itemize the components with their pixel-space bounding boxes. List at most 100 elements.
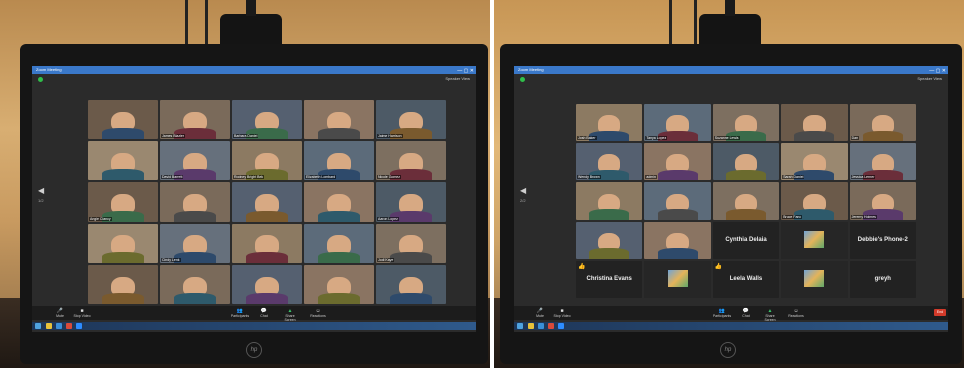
zoom-icon[interactable] (76, 323, 82, 329)
folder-icon[interactable] (528, 323, 534, 329)
app-icon[interactable] (66, 323, 72, 329)
participant-video-tile[interactable]: Bruce Fanc (781, 182, 848, 220)
participant-video-tile[interactable] (781, 260, 848, 298)
start-icon[interactable] (35, 323, 41, 329)
monitor: Zoom Meeting — ▢ ✕ Speaker View ◀ 2/2 Jo… (500, 44, 962, 364)
participant-video-tile[interactable] (304, 264, 374, 304)
participant-video-tile[interactable] (232, 223, 302, 263)
participant-video-tile[interactable]: Barbara Daniel (232, 100, 302, 140)
participant-video-tile[interactable]: Nicole Gomez (376, 141, 446, 181)
participant-video-tile[interactable]: Josh Baker (576, 104, 643, 142)
window-controls[interactable]: — ▢ ✕ (457, 67, 474, 75)
previous-page-icon[interactable]: ◀ (38, 186, 44, 195)
participant-video-tile[interactable]: Jeremy Holmes (849, 182, 916, 220)
participant-video-tile[interactable] (781, 104, 848, 142)
reactions-button[interactable]: ☺ Reactions (308, 308, 328, 318)
stop-video-button[interactable]: ■ Stop Video (552, 308, 572, 318)
participant-body (726, 169, 766, 181)
hp-logo: hp (246, 342, 262, 358)
mute-button[interactable]: 🎤 Mute (530, 308, 550, 318)
participant-video-tile[interactable]: Suzanne Lewis (712, 104, 780, 142)
participant-video-tile[interactable] (376, 264, 446, 304)
participant-video-tile[interactable] (88, 223, 158, 263)
participant-video-tile[interactable]: Dan (849, 104, 916, 142)
participant-video-tile[interactable]: Christina Evans 👍 (576, 260, 643, 298)
share-screen-button[interactable]: ▲ Share Screen (280, 308, 300, 322)
app-icon[interactable] (548, 323, 554, 329)
window-controls[interactable]: — ▢ ✕ (929, 67, 946, 75)
hp-logo: hp (720, 342, 736, 358)
participant-video-tile[interactable] (160, 182, 230, 222)
participant-name-label: Jaime Harrison (377, 134, 403, 139)
stop-video-button[interactable]: ■ Stop Video (72, 308, 92, 318)
participant-name-label: Elizabeth Lombard (305, 175, 337, 180)
participant-video-tile[interactable] (232, 182, 302, 222)
zoom-window: Zoom Meeting — ▢ ✕ Speaker View ◀ 2/2 Jo… (514, 66, 948, 332)
participants-button[interactable]: 👥 Participants (230, 308, 250, 318)
participant-video-tile[interactable] (576, 182, 643, 220)
encryption-shield-icon (38, 77, 43, 82)
participant-name-label: Bruce Fanc (782, 214, 803, 219)
participants-button[interactable]: 👥 Participants (712, 308, 732, 318)
start-icon[interactable] (517, 323, 523, 329)
chat-button[interactable]: 💬 Chat (736, 308, 756, 318)
participant-video-tile[interactable]: James Blazier (160, 100, 230, 140)
zoom-window: Zoom Meeting — ▢ ✕ Speaker View ◀ 1/2 Ja… (32, 66, 476, 332)
browser-icon[interactable] (538, 323, 544, 329)
participant-video-tile[interactable] (712, 143, 780, 181)
participant-video-tile[interactable]: Sarah Daniel (781, 143, 848, 181)
participant-video-tile[interactable]: Jodi Kaye (376, 223, 446, 263)
participant-video-tile[interactable] (644, 221, 711, 259)
participant-body (726, 209, 766, 220)
participant-video-tile[interactable] (644, 182, 711, 220)
participant-video-tile[interactable] (712, 182, 780, 220)
participant-video-tile[interactable]: Rodney Bright Bek (232, 141, 302, 181)
participant-video-tile[interactable]: greyh (849, 260, 916, 298)
participant-name-label: Barbara Daniel (233, 134, 259, 139)
participant-video-tile[interactable] (232, 264, 302, 304)
browser-icon[interactable] (56, 323, 62, 329)
end-meeting-button[interactable]: End (934, 309, 946, 316)
participant-video-tile[interactable] (644, 260, 711, 298)
webcam (220, 0, 282, 48)
previous-page-icon[interactable]: ◀ (520, 186, 526, 195)
participant-video-tile[interactable]: Tanya Lopez (644, 104, 711, 142)
participant-video-tile[interactable]: Debbie's Phone-2 (849, 221, 916, 259)
folder-icon[interactable] (46, 323, 52, 329)
participant-video-tile[interactable] (304, 182, 374, 222)
participant-video-tile[interactable] (160, 264, 230, 304)
participant-video-tile[interactable] (88, 141, 158, 181)
participant-video-tile[interactable]: Aaron Lopez (376, 182, 446, 222)
participant-name-label: James Blazier (161, 134, 185, 139)
participant-video-tile[interactable]: Wendy Brown (576, 143, 643, 181)
participant-video-tile[interactable]: Jaime Harrison (376, 100, 446, 140)
windows-taskbar (32, 322, 476, 330)
participant-video-tile[interactable]: Cindy Lenk (160, 223, 230, 263)
participant-video-tile[interactable]: Leela Walls 👍 (712, 260, 780, 298)
share-screen-button[interactable]: ▲ Share Screen (760, 308, 780, 322)
speaker-view-button[interactable]: Speaker View (917, 76, 942, 81)
participant-video-tile[interactable]: admin (644, 143, 711, 181)
participant-video-tile[interactable]: David Barrett (160, 141, 230, 181)
participant-video-tile[interactable] (88, 100, 158, 140)
participant-video-tile[interactable] (304, 223, 374, 263)
profile-picture (804, 270, 825, 287)
participant-video-tile[interactable] (781, 221, 848, 259)
speaker-view-button[interactable]: Speaker View (445, 76, 470, 81)
participant-video-tile[interactable] (304, 100, 374, 140)
chat-button[interactable]: 💬 Chat (254, 308, 274, 318)
participant-video-tile[interactable]: Elizabeth Lombard (304, 141, 374, 181)
participant-video-tile[interactable] (576, 221, 643, 259)
participants-label: Participants (230, 314, 250, 318)
participant-video-tile[interactable]: Jessica Lerner (849, 143, 916, 181)
participant-body (318, 128, 360, 140)
window-titlebar: Zoom Meeting — ▢ ✕ (514, 66, 948, 74)
participant-video-tile[interactable] (88, 264, 158, 304)
mute-button[interactable]: 🎤 Mute (50, 308, 70, 318)
zoom-icon[interactable] (558, 323, 564, 329)
participant-body (174, 210, 216, 222)
reactions-button[interactable]: ☺ Reactions (786, 308, 806, 318)
participant-video-tile[interactable]: Angie Clancy (88, 182, 158, 222)
participant-video-tile[interactable]: Cynthia Delaia (712, 221, 780, 259)
participant-name-label: Aaron Lopez (377, 216, 399, 221)
